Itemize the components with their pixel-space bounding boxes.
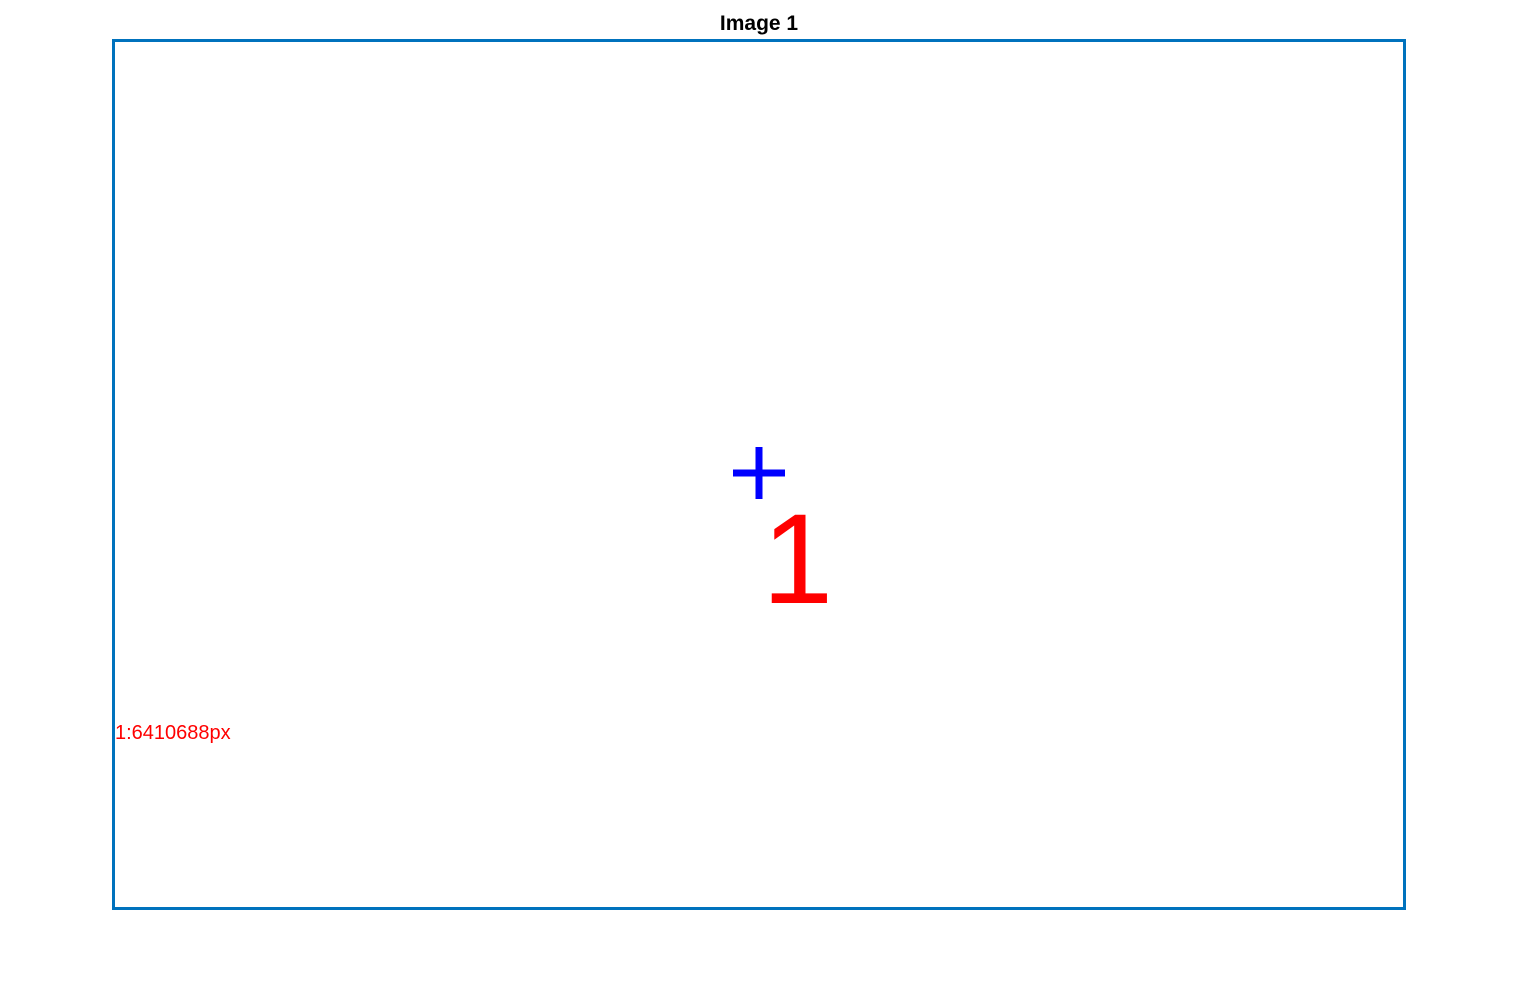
figure-title: Image 1 — [719, 12, 799, 35]
region-number-label: 1 — [762, 488, 834, 631]
region-area-label: 1:6410688px — [115, 722, 231, 744]
